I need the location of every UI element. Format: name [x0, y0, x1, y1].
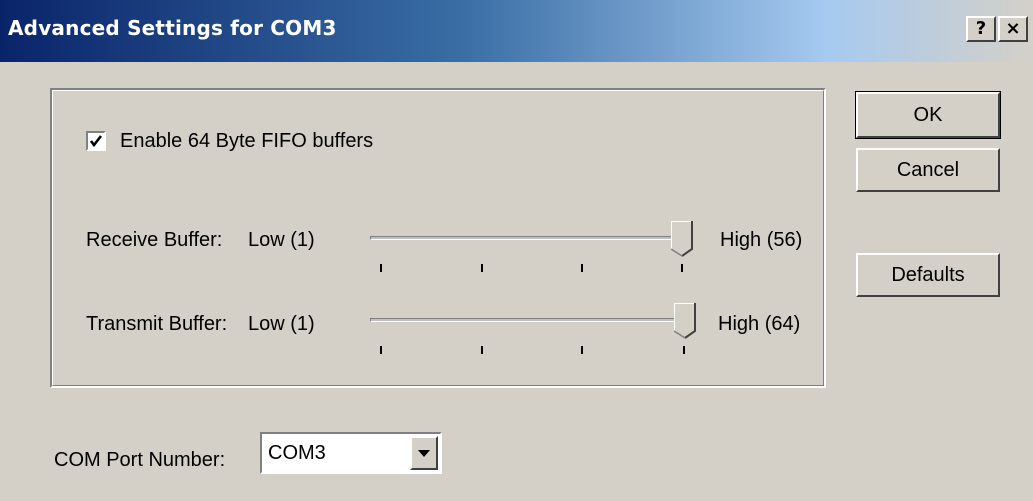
cancel-button[interactable]: Cancel: [856, 148, 1000, 192]
receive-tick: [681, 264, 683, 272]
receive-buffer-label: Receive Buffer:: [86, 229, 223, 251]
help-icon: ?: [975, 18, 987, 39]
dropdown-button[interactable]: [410, 436, 438, 470]
transmit-buffer-label: Transmit Buffer:: [86, 313, 228, 335]
close-button[interactable]: ×: [998, 16, 1028, 42]
com-port-label: COM Port Number:: [54, 449, 226, 471]
transmit-buffer-slider-thumb[interactable]: [674, 303, 696, 339]
receive-tick: [380, 264, 382, 272]
defaults-button[interactable]: Defaults: [856, 253, 1000, 297]
transmit-buffer-high-label: High (64): [718, 313, 801, 335]
help-button[interactable]: ?: [966, 16, 996, 42]
com-port-value: COM3: [268, 442, 326, 464]
receive-buffer-slider-track[interactable]: [370, 236, 692, 240]
title-bar[interactable]: Advanced Settings for COM3 ? ×: [0, 0, 1033, 62]
fifo-checkbox[interactable]: [86, 131, 106, 151]
transmit-tick: [581, 346, 583, 354]
receive-tick: [481, 264, 483, 272]
transmit-tick: [481, 346, 483, 354]
receive-buffer-low-label: Low (1): [248, 229, 315, 251]
fifo-checkbox-label[interactable]: Enable 64 Byte FIFO buffers: [120, 130, 373, 153]
window-title: Advanced Settings for COM3: [8, 16, 337, 40]
chevron-down-icon: [418, 450, 430, 457]
receive-buffer-high-label: High (56): [720, 229, 803, 251]
transmit-buffer-slider-track[interactable]: [370, 318, 694, 322]
transmit-tick: [683, 346, 685, 354]
transmit-buffer-low-label: Low (1): [248, 313, 315, 335]
receive-tick: [581, 264, 583, 272]
ok-button[interactable]: OK: [855, 91, 1001, 139]
receive-buffer-slider-thumb[interactable]: [671, 221, 693, 257]
close-icon: ×: [1005, 18, 1021, 39]
transmit-tick: [380, 346, 382, 354]
com-port-select[interactable]: COM3: [260, 432, 442, 474]
checkmark-icon: [89, 135, 103, 148]
